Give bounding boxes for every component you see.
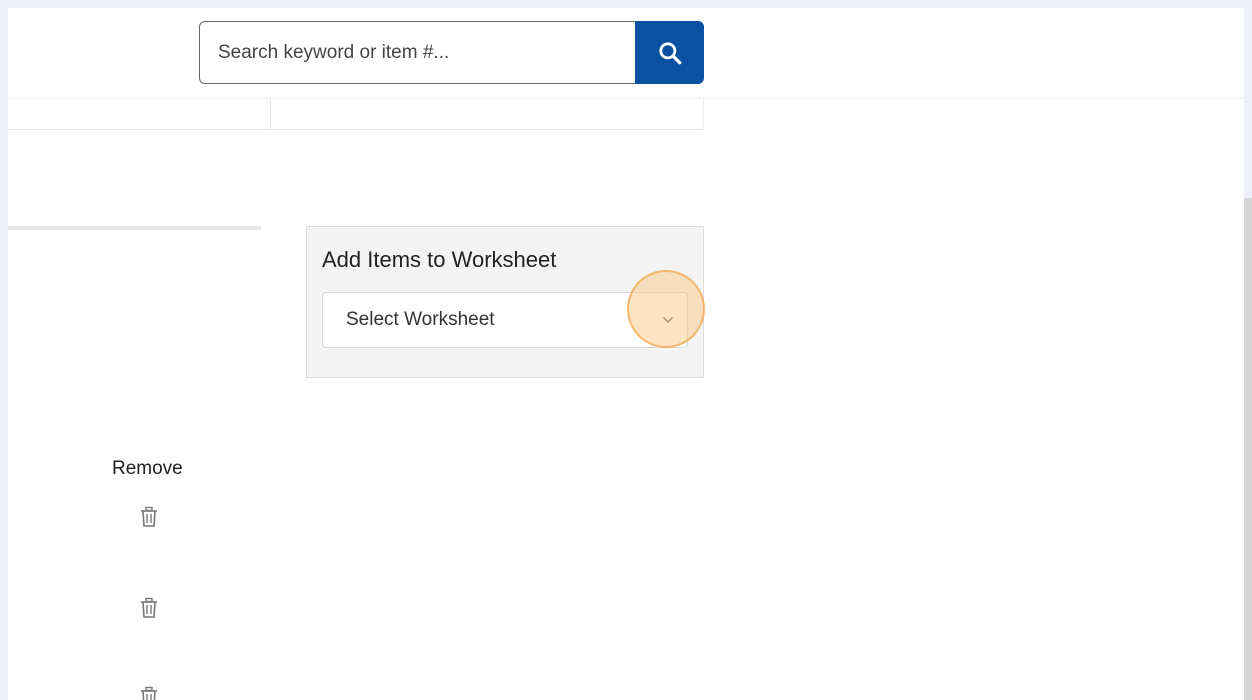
page: Add Items to Worksheet Select Worksheet … xyxy=(8,8,1244,700)
selected-worksheet: Select Worksheet xyxy=(346,309,495,330)
trash-icon[interactable] xyxy=(139,596,159,620)
scrollbar[interactable] xyxy=(1244,198,1252,700)
search-button[interactable] xyxy=(635,21,704,84)
add-to-worksheet-panel: Add Items to Worksheet Select Worksheet xyxy=(306,226,704,378)
subnav-divider xyxy=(270,99,271,129)
worksheet-select[interactable]: Select Worksheet xyxy=(322,292,688,348)
section-divider xyxy=(8,226,261,230)
chevron-down-icon xyxy=(663,317,673,323)
sub-navigation-bar xyxy=(8,99,704,130)
remove-column-header: Remove xyxy=(112,458,183,479)
subnav-divider xyxy=(703,99,704,129)
trash-icon[interactable] xyxy=(139,505,159,529)
panel-title: Add Items to Worksheet xyxy=(322,247,557,272)
trash-icon[interactable] xyxy=(139,685,159,700)
search-input[interactable] xyxy=(199,21,636,84)
search-icon xyxy=(658,41,681,64)
